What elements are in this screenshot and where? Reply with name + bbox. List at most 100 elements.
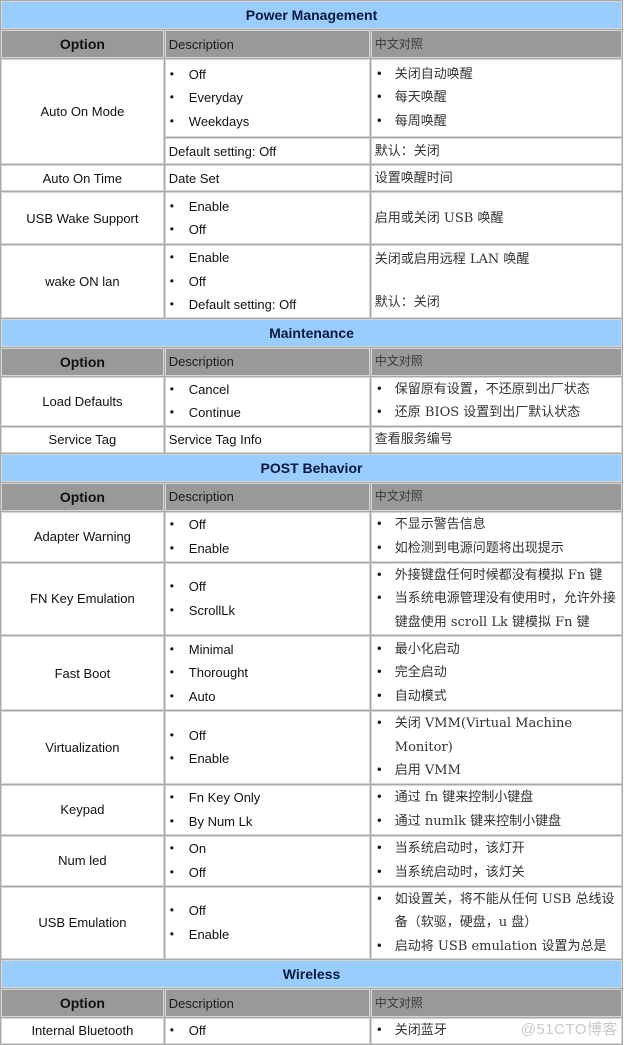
default-setting-chinese: 默认：关闭	[370, 138, 622, 164]
list-item: 保留原有设置，不还原到出厂状态	[375, 378, 618, 402]
chinese-options: 关闭 VMM(Virtual Machine Monitor)启用 VMM	[375, 712, 618, 783]
description-options: EnableOff	[169, 195, 366, 242]
option-name: Fast Boot	[1, 636, 164, 710]
list-item: 最小化启动	[375, 638, 618, 662]
section-title: Power Management	[1, 1, 622, 29]
chinese-cell: 不显示警告信息如检测到电源问题将出现提示	[370, 511, 622, 562]
description-options: EnableOffDefault setting: Off	[169, 246, 366, 317]
list-item: ScrollLk	[169, 599, 366, 623]
list-item: Weekdays	[169, 110, 366, 134]
list-item: 当系统启动时，该灯关	[375, 861, 618, 885]
column-header-description: Description	[164, 347, 370, 376]
chinese-cell: 关闭自动唤醒每天唤醒每周唤醒	[370, 59, 622, 137]
table-row: Auto On ModeOffEverydayWeekdays关闭自动唤醒每天唤…	[1, 59, 622, 164]
list-item: 外接键盘任何时候都没有模拟 Fn 键	[375, 564, 618, 588]
table-row: USB Wake SupportEnableOff启用或关闭 USB 唤醒	[1, 192, 622, 244]
description-cell: Date Set	[164, 165, 370, 191]
list-item: 如设置关，将不能从任何 USB 总线设备（软驱，硬盘，u 盘）	[375, 888, 618, 935]
description-options: OffScrollLk	[169, 575, 366, 622]
description-options: OffEverydayWeekdays	[169, 63, 366, 134]
description-cell: EnableOff	[164, 192, 370, 244]
table-row: Fast BootMinimalThoroughtAuto最小化启动完全启动自动…	[1, 636, 622, 710]
option-name: USB Wake Support	[1, 192, 164, 244]
description-cell: MinimalThoroughtAuto	[164, 636, 370, 710]
list-item: Off	[169, 861, 366, 885]
column-header-chinese: 中文对照	[370, 989, 622, 1017]
table-row: Adapter WarningOffEnable不显示警告信息如检测到电源问题将…	[1, 511, 622, 562]
list-item: 关闭 VMM(Virtual Machine Monitor)	[375, 712, 618, 759]
list-item: On	[169, 837, 366, 861]
list-item: Off	[169, 513, 366, 537]
option-name: Virtualization	[1, 711, 164, 784]
list-item: 每周唤醒	[375, 110, 618, 134]
chinese-options: 通过 fn 键来控制小键盘通过 numlk 键来控制小键盘	[375, 786, 618, 833]
list-item: 当系统启动时，该灯开	[375, 837, 618, 861]
table-row: KeypadFn Key OnlyBy Num Lk通过 fn 键来控制小键盘通…	[1, 784, 622, 835]
chinese-cell: 最小化启动完全启动自动模式	[370, 636, 622, 710]
column-header-chinese: 中文对照	[370, 347, 622, 376]
list-item: 每天唤醒	[375, 86, 618, 110]
column-header-option: Option	[1, 989, 164, 1017]
list-item: Off	[169, 899, 366, 923]
option-name: FN Key Emulation	[1, 562, 164, 635]
description-cell: CancelContinue	[164, 376, 370, 426]
description-options: OffEnable	[169, 513, 366, 560]
table-row: Auto On Time Date Set 设置唤醒时间	[1, 165, 622, 191]
option-name: Num led	[1, 835, 164, 886]
chinese-options: 最小化启动完全启动自动模式	[375, 638, 618, 709]
description-cell: Service Tag Info	[164, 426, 370, 453]
section-header: Power Management	[1, 1, 622, 29]
watermark: @51CTO博客	[520, 1021, 618, 1038]
list-item: Fn Key Only	[169, 786, 366, 810]
list-item: Enable	[169, 923, 366, 947]
column-header-row: Option Description 中文对照	[1, 989, 622, 1017]
option-name: USB Emulation	[1, 886, 164, 959]
chinese-cell: 启用或关闭 USB 唤醒	[370, 192, 622, 244]
column-header-row: Option Description 中文对照	[1, 30, 622, 58]
description-options: Fn Key OnlyBy Num Lk	[169, 786, 366, 833]
option-name: Keypad	[1, 784, 164, 835]
column-header-row: Option Description 中文对照	[1, 482, 622, 511]
section-title: Maintenance	[1, 318, 622, 347]
list-item: Minimal	[169, 638, 366, 662]
list-item: Off	[169, 575, 366, 599]
table-row: USB EmulationOffEnable如设置关，将不能从任何 USB 总线…	[1, 886, 622, 959]
column-header-description: Description	[164, 989, 370, 1017]
column-header-row: Option Description 中文对照	[1, 347, 622, 376]
chinese-cell: 关闭或启用远程 LAN 唤醒 默认：关闭	[370, 245, 622, 318]
chinese-cell: 通过 fn 键来控制小键盘通过 numlk 键来控制小键盘	[370, 784, 622, 835]
chinese-cell: 设置唤醒时间	[370, 165, 622, 191]
table-row: Load DefaultsCancelContinue保留原有设置，不还原到出厂…	[1, 376, 622, 426]
table-row: FN Key EmulationOffScrollLk外接键盘任何时候都没有模拟…	[1, 562, 622, 635]
chinese-cell: 如设置关，将不能从任何 USB 总线设备（软驱，硬盘，u 盘）启动将 USB e…	[370, 886, 622, 959]
description-cell: Off	[164, 1018, 370, 1044]
list-item: Off	[169, 724, 366, 748]
list-item: Default setting: Off	[169, 293, 366, 317]
option-name: Adapter Warning	[1, 511, 164, 562]
chinese-options: 当系统启动时，该灯开当系统启动时，该灯关	[375, 837, 618, 884]
option-name: Auto On Time	[1, 165, 164, 191]
column-header-chinese: 中文对照	[370, 30, 622, 58]
chinese-options: 关闭自动唤醒每天唤醒每周唤醒	[375, 63, 618, 134]
list-item: 自动模式	[375, 685, 618, 709]
description-cell: OffScrollLk	[164, 562, 370, 635]
description-cell: OnOff	[164, 835, 370, 886]
description-cell: OffEnable	[164, 711, 370, 784]
list-item: 完全启动	[375, 661, 618, 685]
list-item: By Num Lk	[169, 810, 366, 834]
description-cell: EnableOffDefault setting: Off	[164, 245, 370, 318]
column-header-option: Option	[1, 347, 164, 376]
list-item: Enable	[169, 246, 366, 270]
column-header-option: Option	[1, 482, 164, 511]
list-item: Enable	[169, 537, 366, 561]
description-cell: OffEnable	[164, 886, 370, 959]
list-item: Everyday	[169, 86, 366, 110]
list-item: 启用 VMM	[375, 759, 618, 783]
option-name: Auto On Mode	[1, 59, 164, 164]
description-options: Off	[169, 1019, 366, 1043]
table-row: Service Tag Service Tag Info 查看服务编号	[1, 426, 622, 453]
chinese-options: 外接键盘任何时候都没有模拟 Fn 键当系统电源管理没有使用时，允许外接键盘使用 …	[375, 564, 618, 635]
list-item: Off	[169, 218, 366, 242]
chinese-options: 不显示警告信息如检测到电源问题将出现提示	[375, 513, 618, 560]
option-name: Load Defaults	[1, 376, 164, 426]
